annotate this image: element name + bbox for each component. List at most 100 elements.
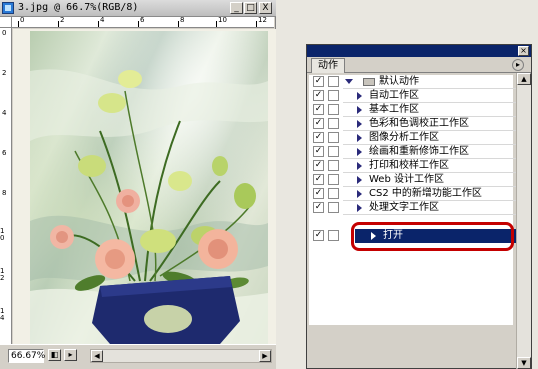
status-bar: 66.67% ◧ ▸ ◀ ▶ — [0, 344, 276, 369]
collapse-triangle-icon[interactable] — [357, 106, 362, 114]
ruler-number: 2 — [60, 16, 65, 24]
ruler-tick — [138, 21, 139, 27]
collapse-triangle-icon[interactable] — [357, 120, 362, 128]
minimize-button[interactable]: _ — [230, 2, 243, 14]
collapse-triangle-icon[interactable] — [357, 148, 362, 156]
action-row[interactable]: ✓ 绘画和重新修饰工作区 — [309, 145, 521, 159]
maximize-button[interactable]: □ — [244, 2, 257, 14]
toggle-item-checkbox[interactable]: ✓ — [313, 90, 324, 101]
scroll-up-icon[interactable]: ▲ — [517, 73, 531, 85]
toggle-item-checkbox[interactable]: ✓ — [313, 174, 324, 185]
action-set-row[interactable]: ✓ 默认动作 — [309, 75, 521, 89]
document-title-bar[interactable]: 3.jpg @ 66.7%(RGB/8) _ □ X — [0, 0, 276, 17]
toggle-dialog-checkbox[interactable] — [328, 146, 339, 157]
toggle-dialog-checkbox[interactable] — [328, 174, 339, 185]
action-body[interactable]: 图像分析工作区 — [343, 131, 521, 145]
toggle-dialog-checkbox[interactable] — [328, 160, 339, 171]
toggle-item-checkbox[interactable]: ✓ — [313, 188, 324, 199]
action-label: 打印和校样工作区 — [369, 160, 449, 171]
toggle-item-checkbox[interactable]: ✓ — [313, 146, 324, 157]
action-body[interactable]: 处理文字工作区 — [343, 201, 521, 215]
action-body[interactable]: 绘画和重新修饰工作区 — [343, 145, 521, 159]
ruler-number: 8 — [2, 189, 7, 197]
palette-close-icon[interactable]: × — [518, 46, 529, 56]
toggle-item-checkbox[interactable]: ✓ — [313, 230, 324, 241]
toggle-item-checkbox[interactable]: ✓ — [313, 118, 324, 129]
ruler-number: 8 — [180, 16, 185, 24]
horizontal-ruler[interactable]: 0 2 4 6 8 10 12 — [12, 17, 274, 28]
action-row[interactable]: ✓ 自动工作区 — [309, 89, 521, 103]
action-row[interactable]: ✓ 色彩和色调校正工作区 — [309, 117, 521, 131]
scroll-left-icon[interactable]: ◀ — [91, 350, 103, 362]
tab-actions[interactable]: 动作 — [311, 58, 345, 73]
ruler-number: 1 0 — [0, 227, 5, 242]
collapse-triangle-icon[interactable] — [357, 134, 362, 142]
toggle-item-checkbox[interactable]: ✓ — [313, 160, 324, 171]
actions-palette: × 动作 ▸ ✓ 默认动作 ✓ 自动工作区 ✓ 基本工作区 ✓ 色彩和色调校正工… — [306, 44, 532, 369]
close-button[interactable]: X — [259, 2, 272, 14]
ruler-number: 1 4 — [0, 307, 5, 322]
flower-arrangement-photo — [30, 31, 268, 344]
toggle-dialog-checkbox[interactable] — [328, 132, 339, 143]
ruler-tick — [98, 21, 99, 27]
ruler-tick — [216, 21, 217, 27]
collapse-triangle-icon[interactable] — [357, 162, 362, 170]
palette-menu-icon[interactable]: ▸ — [512, 59, 524, 71]
toggle-dialog-checkbox[interactable] — [328, 104, 339, 115]
action-body[interactable]: 自动工作区 — [343, 89, 521, 103]
palette-title-bar[interactable]: × — [307, 45, 531, 57]
collapse-triangle-icon[interactable] — [357, 176, 362, 184]
toggle-item-checkbox[interactable]: ✓ — [313, 202, 324, 213]
expand-triangle-icon[interactable] — [345, 79, 353, 84]
palette-tab-row: 动作 ▸ — [307, 57, 531, 73]
ruler-origin[interactable] — [0, 17, 12, 28]
ruler-tick — [256, 21, 257, 27]
ruler-number: 2 — [2, 69, 7, 77]
folder-icon — [363, 78, 375, 86]
scroll-right-icon[interactable]: ▶ — [259, 350, 271, 362]
toggle-item-checkbox[interactable]: ✓ — [313, 104, 324, 115]
collapse-triangle-icon[interactable] — [357, 204, 362, 212]
action-label: 自动工作区 — [369, 90, 419, 101]
ruler-number: 4 — [100, 16, 105, 24]
horizontal-scrollbar[interactable]: ◀ ▶ — [90, 349, 272, 363]
vertical-ruler[interactable]: 0 2 4 6 8 1 0 1 2 1 4 — [0, 28, 12, 344]
actions-list: ✓ 默认动作 ✓ 自动工作区 ✓ 基本工作区 ✓ 色彩和色调校正工作区 ✓ 图像… — [309, 75, 521, 325]
document-canvas[interactable] — [13, 29, 276, 344]
action-row[interactable]: ✓ Web 设计工作区 — [309, 173, 521, 187]
action-body[interactable]: 色彩和色调校正工作区 — [343, 117, 521, 131]
scroll-down-icon[interactable]: ▼ — [517, 357, 531, 369]
action-row[interactable]: ✓ 图像分析工作区 — [309, 131, 521, 145]
status-arrow-icon[interactable]: ▸ — [64, 349, 77, 361]
action-row-selected[interactable]: ✓ 打开 — [309, 222, 521, 251]
action-set-body[interactable]: 默认动作 — [343, 75, 521, 89]
toggle-dialog-checkbox[interactable] — [328, 118, 339, 129]
toggle-dialog-checkbox[interactable] — [328, 76, 339, 87]
ruler-tick — [18, 21, 19, 27]
toggle-dialog-checkbox[interactable] — [328, 230, 339, 241]
ruler-number: 10 — [218, 16, 227, 24]
toggle-dialog-checkbox[interactable] — [328, 90, 339, 101]
ruler-tick — [178, 21, 179, 27]
action-body[interactable]: Web 设计工作区 — [343, 173, 521, 187]
vertical-scrollbar[interactable]: ▲ ▼ — [516, 73, 531, 369]
toggle-dialog-checkbox[interactable] — [328, 188, 339, 199]
action-row[interactable]: ✓ 基本工作区 — [309, 103, 521, 117]
action-body[interactable]: 基本工作区 — [343, 103, 521, 117]
action-set-label: 默认动作 — [379, 76, 419, 87]
ruler-number: 0 — [20, 16, 25, 24]
navigator-icon[interactable]: ◧ — [48, 349, 61, 361]
collapse-triangle-icon[interactable] — [357, 190, 362, 198]
toggle-item-checkbox[interactable]: ✓ — [313, 132, 324, 143]
toggle-item-checkbox[interactable]: ✓ — [313, 76, 324, 87]
action-body[interactable]: 打印和校样工作区 — [343, 159, 521, 173]
action-row[interactable]: ✓ 打印和校样工作区 — [309, 159, 521, 173]
action-body[interactable]: CS2 中的新增功能工作区 — [343, 187, 521, 201]
zoom-field[interactable]: 66.67% — [8, 349, 45, 363]
document-window: 3.jpg @ 66.7%(RGB/8) _ □ X 0 2 4 6 8 10 … — [0, 0, 276, 369]
action-row[interactable]: ✓ 处理文字工作区 — [309, 201, 521, 215]
toggle-dialog-checkbox[interactable] — [328, 202, 339, 213]
ruler-number: 12 — [258, 16, 267, 24]
collapse-triangle-icon[interactable] — [357, 92, 362, 100]
action-row[interactable]: ✓ CS2 中的新增功能工作区 — [309, 187, 521, 201]
